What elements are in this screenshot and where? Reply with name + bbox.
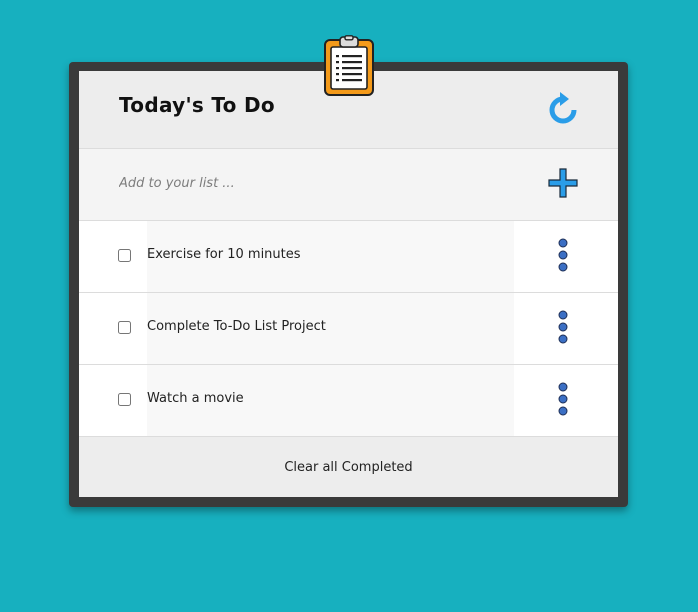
task-checkbox[interactable]	[118, 393, 131, 406]
clear-completed-button[interactable]: Clear all Completed	[79, 437, 618, 497]
add-item-input[interactable]	[119, 171, 519, 195]
app-frame: Today's To Do Exercise for 10 minutes	[69, 62, 628, 507]
task-checkbox[interactable]	[118, 249, 131, 262]
list-item: Complete To-Do List Project	[79, 293, 618, 365]
more-options-icon[interactable]	[556, 238, 570, 274]
todo-card: Today's To Do Exercise for 10 minutes	[79, 71, 618, 497]
refresh-icon[interactable]	[548, 91, 578, 125]
add-row	[79, 149, 618, 221]
task-checkbox[interactable]	[118, 321, 131, 334]
task-label: Watch a movie	[147, 391, 244, 406]
plus-icon[interactable]	[547, 167, 579, 199]
task-label: Exercise for 10 minutes	[147, 247, 301, 262]
list-item: Watch a movie	[79, 365, 618, 437]
list-item: Exercise for 10 minutes	[79, 221, 618, 293]
more-options-icon[interactable]	[556, 310, 570, 346]
footer: Clear all Completed	[79, 437, 618, 497]
task-list: Exercise for 10 minutes Complete To-Do L…	[79, 221, 618, 437]
more-options-icon[interactable]	[556, 382, 570, 418]
clipboard-icon	[324, 35, 374, 96]
task-label: Complete To-Do List Project	[147, 319, 326, 334]
page-title: Today's To Do	[119, 93, 275, 117]
